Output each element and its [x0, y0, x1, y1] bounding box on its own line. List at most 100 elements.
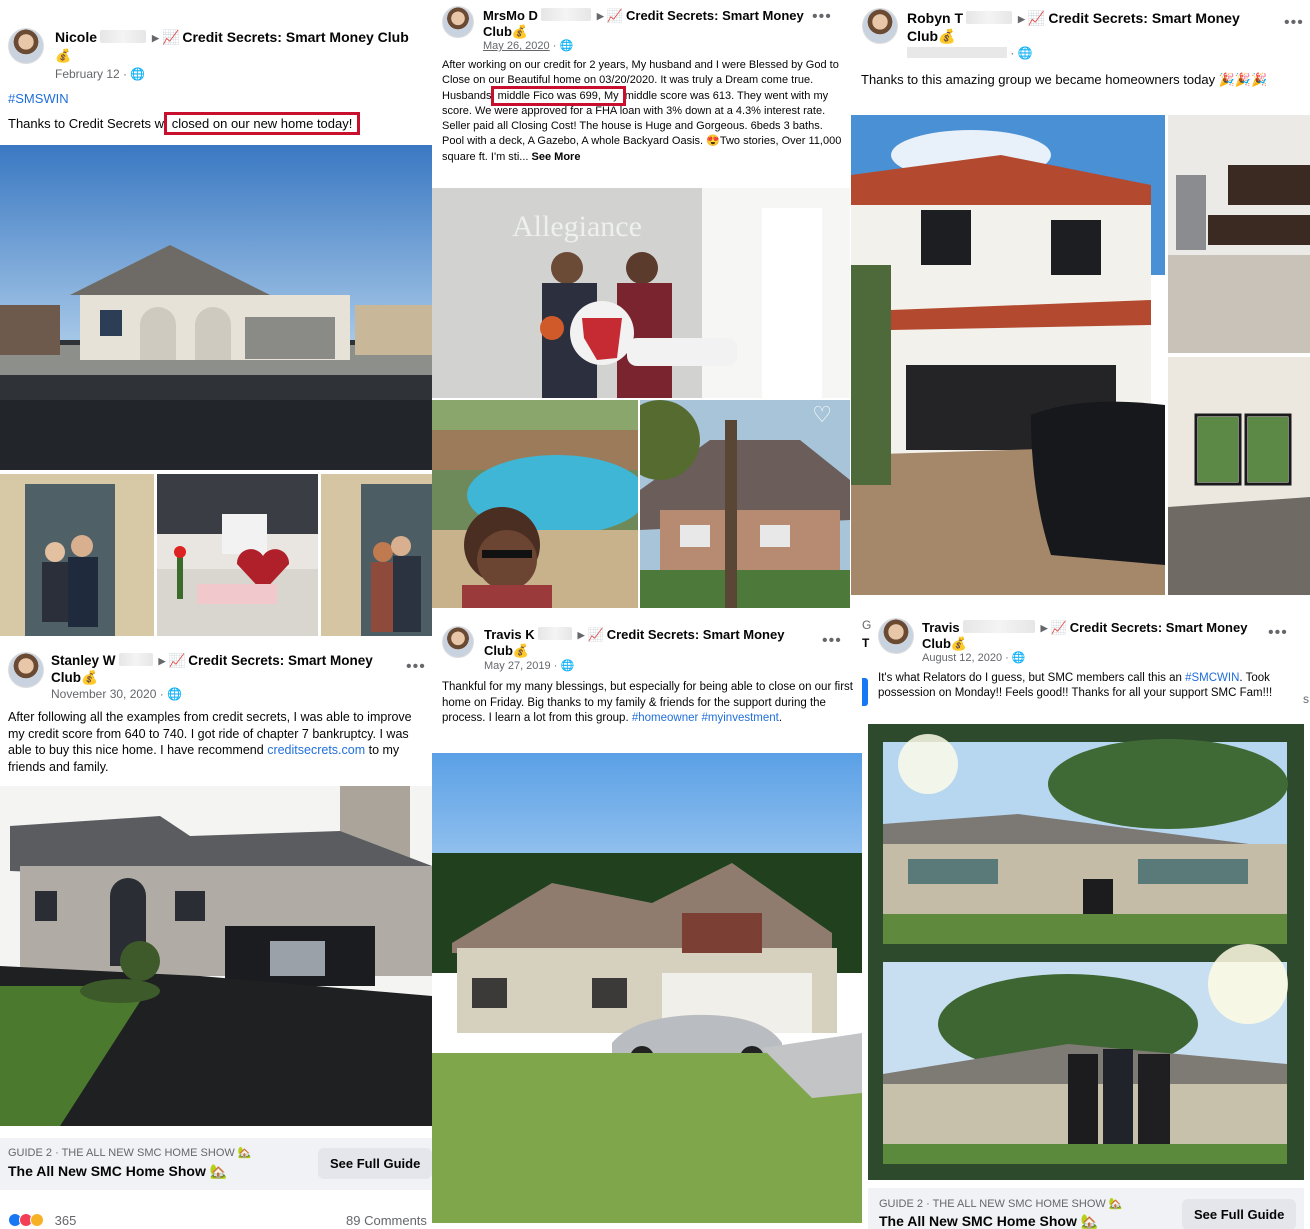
author-name[interactable]: Travis K [484, 627, 535, 642]
guide-label: GUIDE 2 · THE ALL NEW SMC HOME SHOW 🏡 [8, 1147, 252, 1159]
post-robyn: Robyn T ▶ 📈 Credit Secrets: Smart Money Clu… [850, 0, 1310, 600]
highlighted-text: middle Fico was 699, My [490, 85, 626, 106]
money-bag-icon: 💰 [950, 636, 968, 651]
allegiance-sign: Allegiance [512, 210, 642, 243]
group-name[interactable]: Credit Secrets: Smart Money [188, 653, 373, 668]
post-header: Travis ▶ 📈 Credit Secrets: Smart Money [922, 619, 1247, 637]
couple-photo-left[interactable] [0, 474, 154, 636]
guide-title[interactable]: The All New SMC Home Show 🏡 [8, 1163, 227, 1180]
arrow-right-icon: ▶ [158, 656, 166, 666]
author-name[interactable]: MrsMo D [483, 8, 538, 23]
money-bag-icon: 💰 [938, 28, 956, 44]
house-front-photo-bottom [883, 944, 1288, 1164]
more-dots-icon[interactable]: ••• [1284, 14, 1304, 32]
author-name[interactable]: Travis [922, 620, 960, 635]
pool-selfie-photo[interactable] [432, 400, 638, 608]
see-full-guide-button[interactable]: See Full Guide [318, 1148, 432, 1179]
group-name[interactable]: Credit Secrets: Smart Money Club [182, 29, 408, 45]
group-name[interactable]: Credit Secrets: Smart Money [607, 627, 785, 642]
guide-title[interactable]: The All New SMC Home Show 🏡 [879, 1213, 1098, 1229]
post-text: Thankful for my many blessings, but espe… [442, 681, 854, 724]
post-date[interactable]: · 🌐 [907, 46, 1033, 60]
chart-icon: 📈 [1027, 10, 1046, 26]
author-name[interactable]: Nicole [55, 29, 97, 45]
author-name[interactable]: Robyn T [907, 10, 963, 26]
heart-icon[interactable]: ♡ [812, 402, 832, 428]
globe-icon: 🌐 [130, 67, 146, 81]
redacted-date [907, 47, 1007, 58]
more-dots-icon[interactable]: ••• [406, 658, 426, 676]
post-date[interactable]: February 12 · 🌐 [55, 67, 145, 81]
comments-count[interactable]: 89 Comments [346, 1213, 427, 1228]
more-dots-icon[interactable]: ••• [822, 632, 842, 650]
redacted-surname [100, 30, 147, 43]
kitchen-photo[interactable] [1168, 115, 1310, 353]
peek-text: T [862, 636, 870, 650]
see-more-link[interactable]: See More [532, 151, 581, 163]
gift-basket-photo[interactable] [157, 474, 318, 636]
globe-icon: 🌐 [1017, 46, 1033, 60]
hashtag-links[interactable]: #homeowner #myinvestment [632, 712, 779, 724]
avatar[interactable] [8, 28, 44, 64]
couple-key-photo[interactable]: Allegiance [432, 188, 850, 398]
suburban-house-photo[interactable] [432, 753, 862, 1223]
post-text: Thanks to this amazing group we became h… [861, 72, 1268, 87]
house-photo-main[interactable] [0, 145, 432, 470]
avatar[interactable] [8, 652, 44, 688]
party-icon: 🎉🎉🎉 [1218, 72, 1268, 87]
house-exterior-photo[interactable] [851, 115, 1165, 595]
post-travis: G T s Travis ▶ 📈 Credit Secrets: Smart Mone… [862, 600, 1310, 1229]
group-name[interactable]: Credit Secrets: Smart Money [1070, 620, 1248, 635]
group-name-line2[interactable]: Club💰 [51, 669, 98, 686]
hashtag-link[interactable]: #SMCWIN [1185, 672, 1239, 684]
arrow-right-icon: ▶ [1040, 623, 1048, 633]
redacted-surname [966, 11, 1012, 24]
creditsecrets-link[interactable]: creditsecrets.com [267, 743, 365, 757]
highlighted-text: closed on our new home today! [163, 112, 361, 135]
collage-photo[interactable] [868, 724, 1304, 1180]
post-text: After following all the examples from cr… [8, 710, 412, 774]
reaction-summary[interactable]: 365 [8, 1213, 76, 1228]
chart-icon: 📈 [168, 653, 186, 668]
avatar[interactable] [878, 618, 914, 654]
avatar[interactable] [862, 8, 898, 44]
group-name-line2[interactable]: Club💰 [922, 635, 967, 652]
house-plant-icon: 🏡 [1080, 1213, 1099, 1229]
wow-reaction-icon [30, 1213, 44, 1227]
group-name[interactable]: Credit Secrets: Smart Money [626, 8, 804, 23]
money-bag-icon: 💰 [81, 670, 98, 685]
post-travis-k: Travis K ▶ 📈 Credit Secrets: Smart Money Cl… [432, 610, 862, 1229]
group-name[interactable]: Credit Secrets: Smart Money [1048, 10, 1239, 26]
group-name-line2[interactable]: Club💰 [484, 642, 529, 659]
avatar[interactable] [442, 626, 474, 658]
stone-house-photo[interactable] [0, 786, 432, 1126]
group-name-line2[interactable]: Club💰 [483, 23, 528, 40]
post-date[interactable]: August 12, 2020 · 🌐 [922, 651, 1026, 664]
see-full-guide-button[interactable]: See Full Guide [1182, 1199, 1297, 1229]
money-bag-icon: 💰 [511, 24, 529, 39]
globe-icon: 🌐 [167, 687, 183, 701]
post-date[interactable]: May 26, 2020 · 🌐 [483, 39, 573, 52]
reaction-count: 365 [54, 1213, 77, 1228]
house-front-photo-top [883, 734, 1288, 944]
arrow-right-icon: ▶ [596, 11, 604, 21]
arrow-right-icon: ▶ [1018, 14, 1025, 24]
hashtag-link[interactable]: #SMSWIN [8, 91, 69, 107]
redacted-surname [118, 653, 153, 666]
post-date[interactable]: November 30, 2020 · 🌐 [51, 687, 182, 701]
house-plant-icon: 🏡 [237, 1147, 252, 1159]
couple-photo-right[interactable] [321, 474, 432, 636]
author-name[interactable]: Stanley W [51, 653, 116, 668]
chart-icon: 📈 [1050, 620, 1067, 635]
more-dots-icon[interactable]: ••• [1268, 624, 1288, 642]
post-date[interactable]: May 27, 2019 · 🌐 [484, 659, 574, 672]
more-dots-icon[interactable]: ••• [812, 8, 832, 26]
arrow-right-icon: ▶ [152, 33, 159, 43]
brick-house-photo[interactable]: ♡ [640, 400, 850, 608]
group-name-line2[interactable]: Club💰 [907, 28, 956, 45]
chart-icon: 📈 [161, 29, 180, 45]
avatar[interactable] [442, 6, 474, 38]
living-room-photo[interactable] [1168, 357, 1310, 595]
guide-label: GUIDE 2 · THE ALL NEW SMC HOME SHOW 🏡 [879, 1198, 1123, 1210]
heart-eyes-icon: 😍 [706, 135, 720, 148]
